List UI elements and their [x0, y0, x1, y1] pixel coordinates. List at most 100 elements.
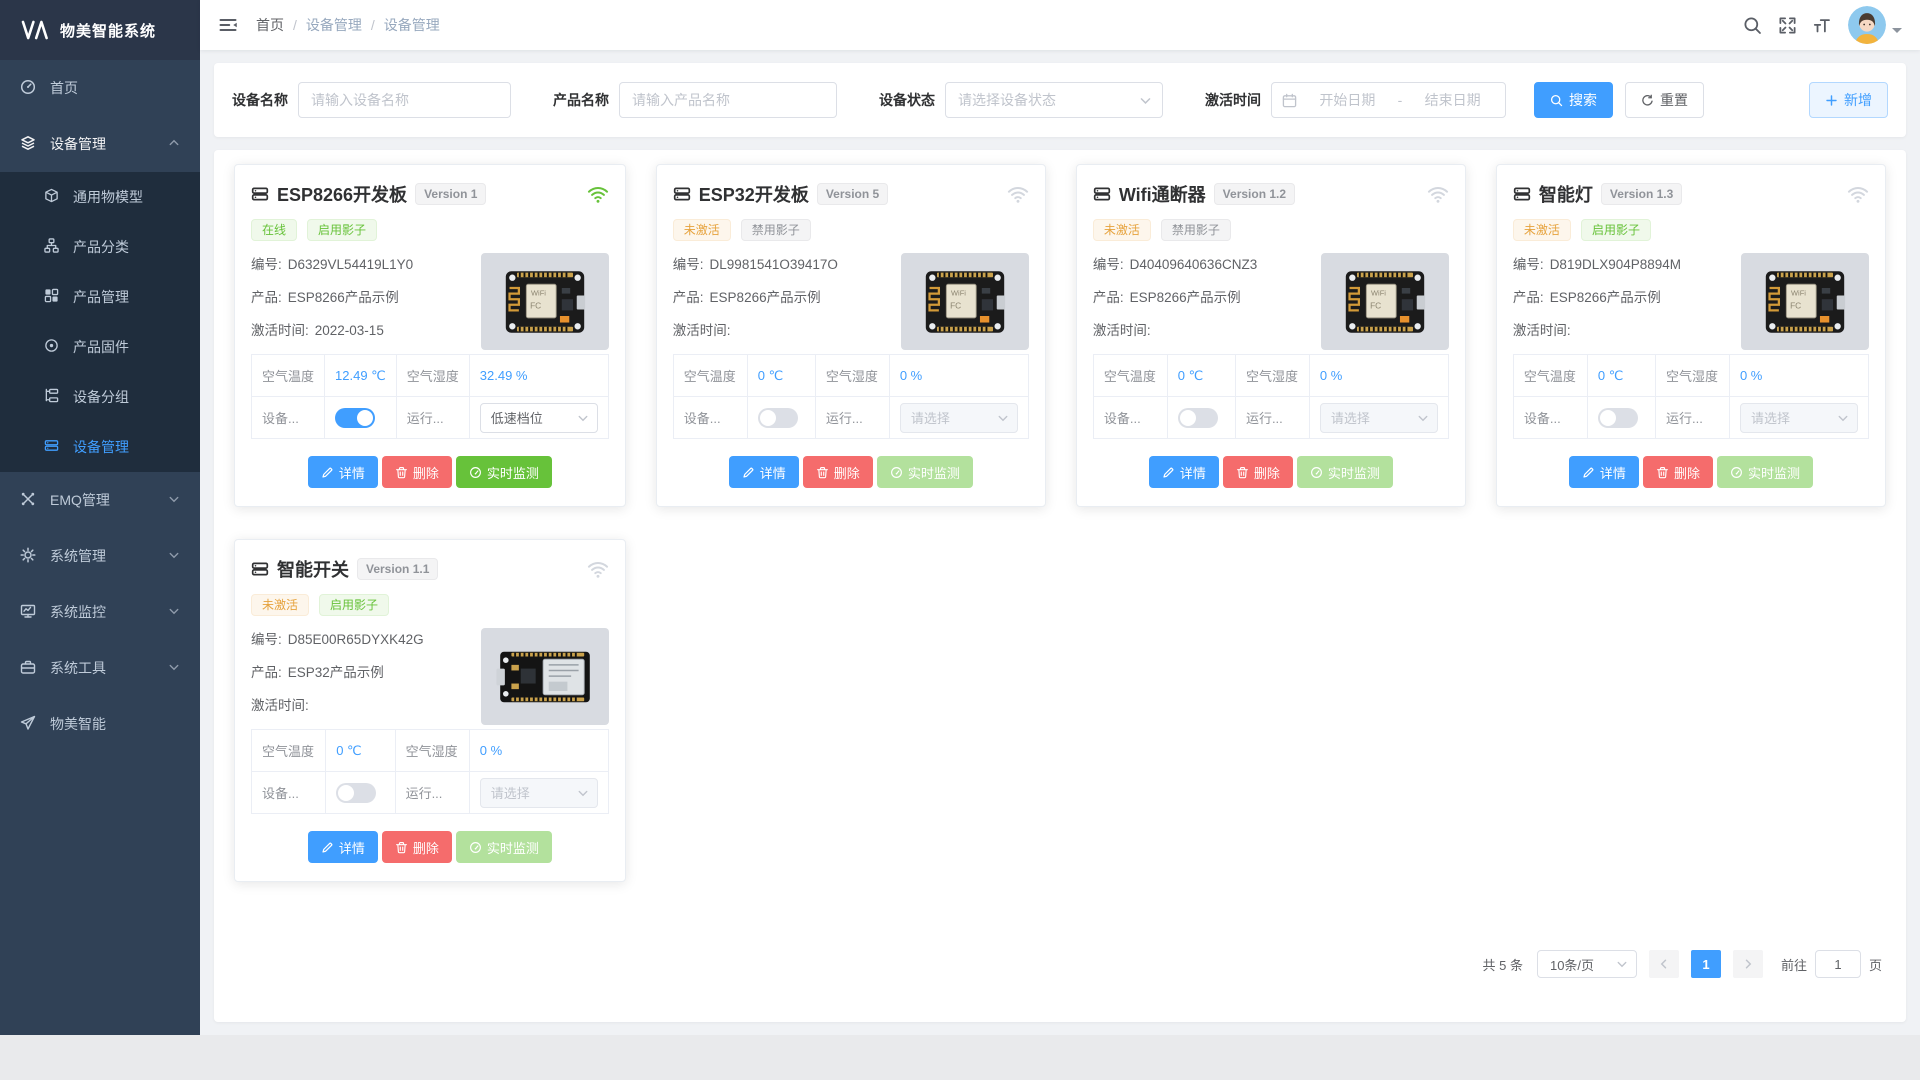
device-icon [1513, 185, 1531, 203]
detail-button[interactable]: 详情 [308, 456, 378, 488]
device-name-input[interactable] [298, 82, 511, 118]
product-label: 产品: [251, 290, 282, 305]
breadcrumb-home[interactable]: 首页 [256, 15, 284, 35]
sidebar-item-product-firmware[interactable]: 产品固件 [0, 322, 200, 372]
sidebar-item-device-management[interactable]: 设备管理 [0, 116, 200, 172]
search-button[interactable]: 搜索 [1534, 82, 1613, 118]
device-card: 智能灯 Version 1.3 未激活 启用影子 编号:D819DLX904P8… [1496, 164, 1886, 507]
end-date-placeholder[interactable]: 结束日期 [1410, 90, 1495, 110]
product-name-input[interactable] [619, 82, 837, 118]
sidebar-item-emq-management[interactable]: EMQ管理 [0, 472, 200, 528]
add-device-button[interactable]: 新增 [1809, 82, 1888, 118]
avatar[interactable] [1848, 6, 1886, 44]
device-title: 智能开关 [277, 556, 349, 582]
delete-button[interactable]: 删除 [803, 456, 873, 488]
realtime-monitor-button[interactable]: 实时监测 [456, 831, 552, 863]
start-date-placeholder[interactable]: 开始日期 [1305, 90, 1390, 110]
page-size-select[interactable]: 10条/页 [1537, 950, 1637, 978]
activated-label: 激活时间: [1513, 323, 1571, 338]
delete-button[interactable]: 删除 [382, 831, 452, 863]
chevron-down-icon [168, 604, 180, 620]
svg-text:FC: FC [950, 300, 961, 310]
delete-button[interactable]: 删除 [1643, 456, 1713, 488]
sidebar-item-system-monitor[interactable]: 系统监控 [0, 584, 200, 640]
toggle-knob [357, 410, 373, 426]
prev-page-button[interactable] [1649, 950, 1679, 978]
filter-device-name: 设备名称 [232, 82, 511, 118]
sidebar-item-thing-model[interactable]: 通用物模型 [0, 172, 200, 222]
page-number-current[interactable]: 1 [1691, 950, 1721, 978]
sidebar-item-wumei-smart[interactable]: 物美智能 [0, 696, 200, 752]
font-size-icon[interactable] [1813, 16, 1832, 35]
sidebar-item-home[interactable]: 首页 [0, 60, 200, 116]
search-icon[interactable] [1743, 16, 1762, 35]
sidebar-item-product-category[interactable]: 产品分类 [0, 222, 200, 272]
sidebar-item-product-management[interactable]: 产品管理 [0, 272, 200, 322]
sn-value: DL9981541O39417O [710, 257, 838, 272]
device-switch-toggle[interactable] [1598, 408, 1638, 428]
detail-button[interactable]: 详情 [1149, 456, 1219, 488]
wifi-icon [1007, 184, 1029, 204]
reset-button[interactable]: 重置 [1625, 82, 1704, 118]
device-activated-line: 激活时间: [1513, 319, 1731, 339]
date-range-picker[interactable]: 开始日期 - 结束日期 [1271, 82, 1506, 118]
run-mode-select[interactable]: 请选择 [1320, 403, 1438, 433]
device-switch-toggle[interactable] [1178, 408, 1218, 428]
gauge-icon [469, 466, 482, 479]
fullscreen-icon[interactable] [1778, 16, 1797, 35]
wifi-icon [587, 184, 609, 204]
sidebar-item-label: 系统工具 [50, 658, 106, 678]
detail-button-label: 详情 [339, 838, 365, 857]
svg-text:WiFi: WiFi [1371, 288, 1386, 297]
run-mode-select[interactable]: 低速档位 [480, 403, 598, 433]
goto-page-input[interactable] [1815, 950, 1861, 978]
device-switch-cell [1587, 397, 1655, 439]
layers-icon [20, 135, 36, 154]
device-switch-toggle[interactable] [758, 408, 798, 428]
realtime-monitor-button[interactable]: 实时监测 [456, 456, 552, 488]
humidity-label: 空气湿度 [815, 355, 889, 397]
user-menu[interactable] [1848, 6, 1902, 44]
breadcrumb-device-management[interactable]: 设备管理 [306, 15, 362, 35]
filter-bar: 设备名称 产品名称 设备状态 请选择设备状态 激活时间 [214, 63, 1906, 137]
detail-button[interactable]: 详情 [308, 831, 378, 863]
sidebar-item-system-management[interactable]: 系统管理 [0, 528, 200, 584]
delete-button-label: 删除 [413, 838, 439, 857]
device-board-image: WiFi FC [481, 628, 609, 725]
sn-value: D6329VL54419L1Y0 [288, 257, 413, 272]
realtime-monitor-button[interactable]: 实时监测 [1717, 456, 1813, 488]
gauge-icon [469, 841, 482, 854]
device-switch-toggle[interactable] [335, 408, 375, 428]
device-card-header: Wifi通断器 Version 1.2 [1093, 181, 1449, 207]
detail-button[interactable]: 详情 [729, 456, 799, 488]
delete-button[interactable]: 删除 [382, 456, 452, 488]
sidebar-item-device-list[interactable]: 设备管理 [0, 422, 200, 472]
next-page-button[interactable] [1733, 950, 1763, 978]
sidebar-item-device-group[interactable]: 设备分组 [0, 372, 200, 422]
run-mode-select[interactable]: 请选择 [480, 778, 598, 808]
logo[interactable]: 物美智能系统 [0, 0, 200, 60]
delete-button[interactable]: 删除 [1223, 456, 1293, 488]
realtime-monitor-button[interactable]: 实时监测 [877, 456, 973, 488]
device-sn-line: 编号:D6329VL54419L1Y0 [251, 253, 471, 273]
sidebar-item-system-tools[interactable]: 系统工具 [0, 640, 200, 696]
sidebar-toggle-icon[interactable] [218, 15, 238, 35]
run-mode-value: 低速档位 [491, 408, 543, 427]
realtime-monitor-button[interactable]: 实时监测 [1297, 456, 1393, 488]
run-mode-select[interactable]: 请选择 [900, 403, 1018, 433]
device-icon [251, 185, 269, 203]
chevron-up-icon [168, 136, 180, 152]
device-title: Wifi通断器 [1119, 181, 1206, 207]
device-card: 智能开关 Version 1.1 未激活 启用影子 编号:D85E00R65DY… [234, 539, 626, 882]
device-info: 编号:D40409640636CNZ3 产品:ESP8266产品示例 激活时间: [1093, 253, 1311, 352]
chevron-down-icon [577, 412, 589, 424]
device-status-select[interactable]: 请选择设备状态 [945, 82, 1163, 118]
run-mode-select[interactable]: 请选择 [1740, 403, 1858, 433]
detail-button[interactable]: 详情 [1569, 456, 1639, 488]
device-sn-line: 编号:D819DLX904P8894M [1513, 253, 1731, 273]
temp-label: 空气温度 [252, 355, 325, 397]
sn-label: 编号: [251, 632, 282, 647]
temp-value: 0 ℃ [326, 730, 395, 772]
sn-value: D819DLX904P8894M [1550, 257, 1681, 272]
device-switch-toggle[interactable] [336, 783, 376, 803]
